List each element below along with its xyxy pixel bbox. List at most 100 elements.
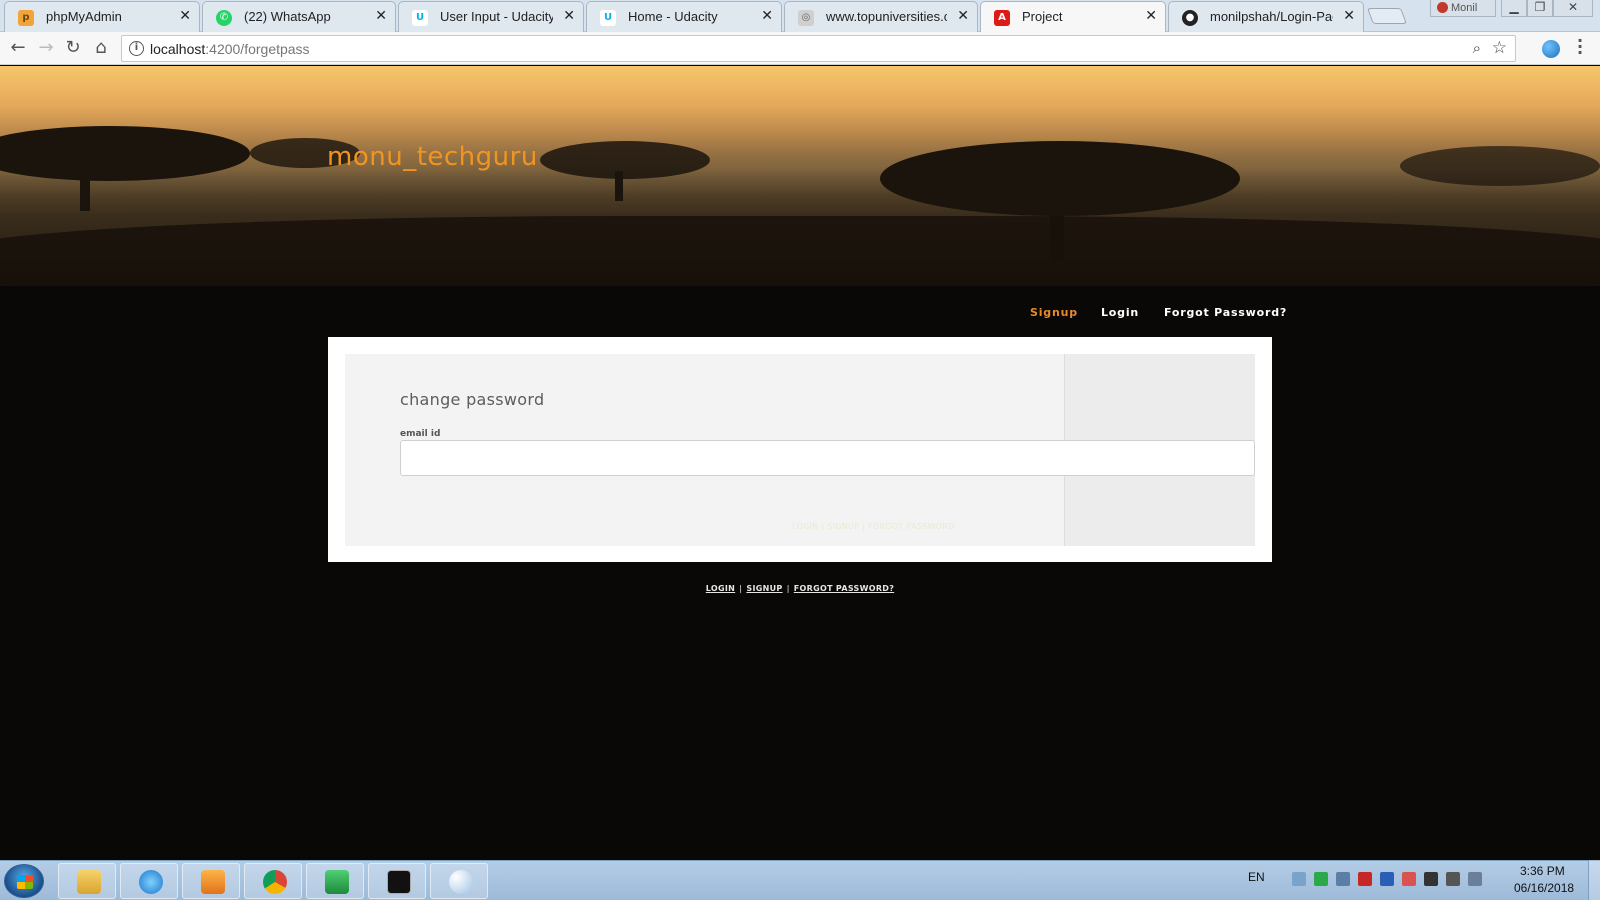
file-explorer-icon: [77, 870, 101, 894]
close-window-button[interactable]: ✕: [1553, 0, 1593, 17]
network-icon[interactable]: [1292, 872, 1306, 886]
antivirus-icon[interactable]: [1358, 872, 1372, 886]
profile-button[interactable]: Monil: [1430, 0, 1496, 17]
info-icon[interactable]: i: [129, 41, 144, 56]
browser-tab-strip: p phpMyAdmin ✕ ✆ (22) WhatsApp ✕ U User …: [0, 0, 1600, 32]
close-icon[interactable]: ✕: [1145, 8, 1157, 24]
profile-icon: [1437, 2, 1448, 13]
form-panel: change password email id LOGIN | SIGNUP …: [345, 354, 1255, 546]
clock-date[interactable]: 06/16/2018: [1514, 881, 1574, 895]
tab-github[interactable]: ● monilpshah/Login-Page- ✕: [1168, 1, 1364, 32]
email-label: email id: [400, 429, 441, 439]
flag-icon[interactable]: [1402, 872, 1416, 886]
footer-login-link[interactable]: LOGIN: [706, 584, 735, 593]
footer-links: LOGIN | SIGNUP | FORGOT PASSWORD?: [0, 584, 1600, 593]
faint-footer-links: LOGIN | SIGNUP | FORGOT PASSWORD: [792, 522, 955, 531]
volume-icon[interactable]: [1468, 872, 1482, 886]
paint-icon: [449, 870, 473, 894]
close-icon[interactable]: ✕: [957, 8, 969, 24]
tab-topuniversities[interactable]: ◎ www.topuniversities.com ✕: [784, 1, 978, 32]
vscode-icon: [325, 870, 349, 894]
nav-signup-link[interactable]: Signup: [1030, 306, 1078, 319]
minimize-button[interactable]: ▁: [1501, 0, 1527, 17]
github-icon: ●: [1182, 10, 1198, 26]
hero-banner: [0, 66, 1600, 286]
zoom-icon[interactable]: ⌕: [1473, 39, 1481, 57]
start-button[interactable]: [4, 864, 44, 898]
change-password-card: change password email id LOGIN | SIGNUP …: [328, 337, 1272, 562]
maximize-button[interactable]: ❐: [1527, 0, 1553, 17]
email-field[interactable]: [400, 440, 1255, 476]
home-icon[interactable]: ⌂: [90, 37, 112, 59]
close-icon[interactable]: ✕: [179, 8, 191, 24]
taskbar-vscode[interactable]: [306, 863, 364, 899]
address-bar[interactable]: i localhost:4200/forgetpass ⌕ ☆: [121, 35, 1516, 62]
udacity-icon: U: [600, 10, 616, 26]
site-title[interactable]: monu_techguru: [327, 142, 538, 172]
footer-separator: |: [739, 584, 743, 593]
taskbar-file-explorer[interactable]: [58, 863, 116, 899]
profile-name: Monil: [1451, 2, 1478, 14]
acacia-tree-silhouette: [880, 141, 1240, 216]
bookmark-star-icon[interactable]: ☆: [1492, 38, 1507, 58]
tab-title: monilpshah/Login-Page-: [1210, 9, 1333, 24]
tab-phpmyadmin[interactable]: p phpMyAdmin ✕: [4, 1, 200, 32]
reload-icon[interactable]: ↻: [62, 37, 84, 59]
tab-title: User Input - Udacity: [440, 9, 553, 24]
taskbar-chrome[interactable]: [244, 863, 302, 899]
cmd-icon: [387, 870, 411, 894]
tab-title: www.topuniversities.com: [826, 9, 947, 24]
browser-menu-icon[interactable]: · · ·: [1575, 33, 1585, 61]
power-icon[interactable]: [1446, 872, 1460, 886]
show-desktop-button[interactable]: [1588, 860, 1600, 900]
footer-separator: |: [786, 584, 790, 593]
url-path: :4200/forgetpass: [205, 41, 310, 57]
tab-project[interactable]: A Project ✕: [980, 1, 1166, 32]
ground-silhouette: [0, 216, 1600, 286]
tree-trunk: [615, 171, 623, 201]
acacia-tree-silhouette: [1400, 146, 1600, 186]
extension-globe-icon[interactable]: [1542, 40, 1560, 58]
internet-explorer-icon: [139, 870, 163, 894]
tab-title: Home - Udacity: [628, 9, 718, 24]
tab-title: Project: [1022, 9, 1063, 24]
footer-signup-link[interactable]: SIGNUP: [746, 584, 782, 593]
tree-trunk: [80, 171, 90, 211]
close-icon[interactable]: ✕: [563, 8, 575, 24]
nav-forgot-password-link[interactable]: Forgot Password?: [1164, 306, 1287, 319]
whatsapp-icon: ✆: [216, 10, 232, 26]
clock-time[interactable]: 3:36 PM: [1520, 864, 1565, 878]
tray-app-icon[interactable]: [1314, 872, 1328, 886]
chrome-icon: [263, 870, 287, 894]
phpmyadmin-icon: p: [18, 10, 34, 26]
taskbar-internet-explorer[interactable]: [120, 863, 178, 899]
tab-title: phpMyAdmin: [46, 9, 122, 24]
nav-login-link[interactable]: Login: [1101, 306, 1139, 319]
browser-toolbar: ← → ↻ ⌂ i localhost:4200/forgetpass ⌕ ☆ …: [0, 32, 1600, 65]
windows-logo-icon: [17, 875, 33, 889]
forward-arrow-icon[interactable]: →: [35, 37, 57, 59]
globe-icon: ◎: [798, 10, 814, 26]
tab-udacity-home[interactable]: U Home - Udacity ✕: [586, 1, 782, 32]
url-text[interactable]: localhost:4200/forgetpass: [150, 41, 310, 57]
close-icon[interactable]: ✕: [761, 8, 773, 24]
tray-app-icon[interactable]: [1424, 872, 1438, 886]
bluetooth-icon[interactable]: [1380, 872, 1394, 886]
signal-icon[interactable]: [1336, 872, 1350, 886]
back-arrow-icon[interactable]: ←: [7, 37, 29, 59]
footer-forgot-password-link[interactable]: FORGOT PASSWORD?: [794, 584, 894, 593]
acacia-tree-silhouette: [540, 141, 710, 179]
tab-whatsapp[interactable]: ✆ (22) WhatsApp ✕: [202, 1, 396, 32]
taskbar-media-player[interactable]: [182, 863, 240, 899]
close-icon[interactable]: ✕: [375, 8, 387, 24]
tab-title: (22) WhatsApp: [244, 9, 331, 24]
form-title: change password: [400, 390, 545, 409]
taskbar-paint[interactable]: [430, 863, 488, 899]
tab-udacity-user-input[interactable]: U User Input - Udacity ✕: [398, 1, 584, 32]
language-indicator[interactable]: EN: [1248, 870, 1265, 884]
url-host: localhost: [150, 41, 206, 57]
taskbar-cmd[interactable]: [368, 863, 426, 899]
angular-icon: A: [994, 10, 1010, 26]
close-icon[interactable]: ✕: [1343, 8, 1355, 24]
new-tab-button[interactable]: [1367, 8, 1407, 24]
